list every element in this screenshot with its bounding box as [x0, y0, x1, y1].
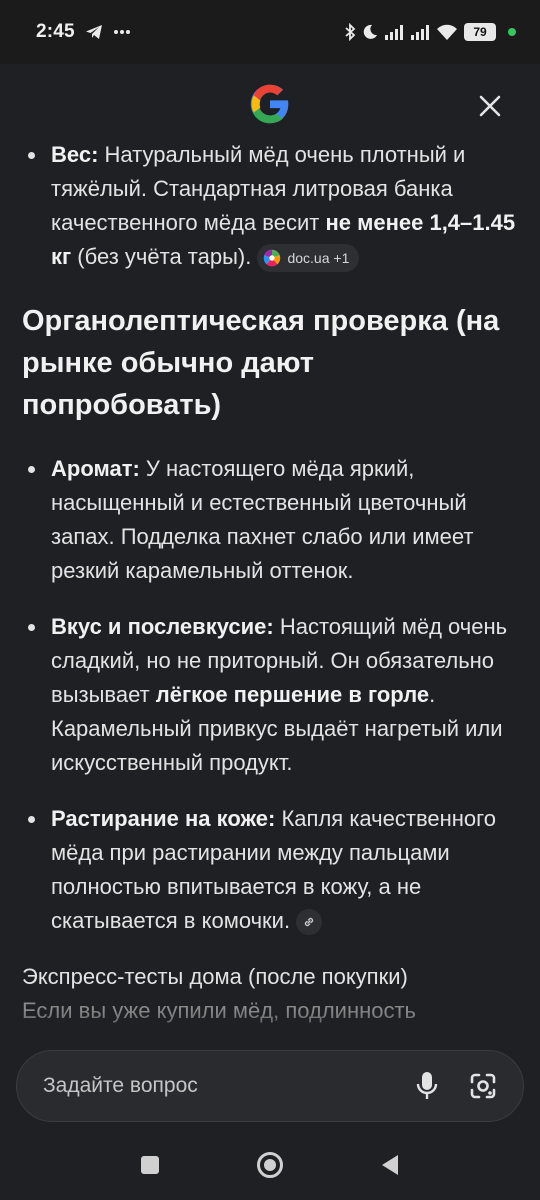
status-bar: 2:45 79 [0, 0, 540, 64]
battery-icon: 79 [464, 23, 496, 41]
back-triangle-icon [382, 1155, 398, 1175]
list-item-weight: Вес: Натуральный мёд очень плотный и тяж… [22, 138, 518, 274]
google-lens-icon [470, 1073, 496, 1099]
ask-input-placeholder[interactable]: Задайте вопрос [43, 1074, 391, 1098]
bullet-text: (без учёта тары). [71, 244, 258, 269]
telegram-icon [85, 24, 103, 40]
section-heading: Органолептическая проверка (на рынке обы… [22, 305, 500, 421]
list-item-aroma: Аромат: У настоящего мёда яркий, насыщен… [22, 452, 518, 588]
bullet-label: Вкус и послевкусие: [51, 614, 274, 639]
header [0, 64, 540, 148]
doc-ua-logo-icon [264, 250, 281, 267]
bullet-bold-text: лёгкое першение в горле [155, 682, 430, 707]
bullet-label: Растирание на коже: [51, 806, 276, 831]
bullet-label: Вес: [51, 142, 99, 167]
bullet-label: Аромат: [51, 456, 140, 481]
google-g-logo [248, 82, 292, 126]
source-link-button[interactable] [296, 909, 323, 936]
ask-input-bar[interactable]: Задайте вопрос [16, 1050, 524, 1122]
system-nav-bar [0, 1130, 540, 1200]
close-button[interactable] [472, 88, 508, 124]
source-chip[interactable]: doc.ua +1 [257, 244, 360, 273]
close-icon [479, 95, 501, 117]
back-button[interactable] [370, 1145, 410, 1185]
home-circle-icon [257, 1152, 283, 1178]
signal-icon [384, 24, 404, 40]
wifi-icon [436, 24, 458, 40]
recents-square-icon [141, 1156, 159, 1174]
do-not-disturb-icon [362, 24, 378, 40]
express-tests-heading: Экспресс-тесты дома (после покупки) [22, 964, 408, 989]
status-time: 2:45 [36, 21, 75, 42]
lens-search-button[interactable] [463, 1066, 503, 1106]
list-item-skin: Растирание на коже: Капля качественного … [22, 802, 518, 938]
home-button[interactable] [250, 1145, 290, 1185]
source-chip-label: doc.ua +1 [287, 250, 350, 267]
list-item-taste: Вкус и послевкусие: Настоящий мёд очень … [22, 610, 518, 780]
recents-button[interactable] [130, 1145, 170, 1185]
voice-input-button[interactable] [407, 1066, 447, 1106]
answer-content: Вес: Натуральный мёд очень плотный и тяж… [0, 138, 540, 1048]
status-left: 2:45 [36, 21, 131, 43]
content-fade [0, 1010, 540, 1050]
more-dots-icon [113, 29, 131, 35]
privacy-indicator-dot [508, 28, 516, 36]
bluetooth-icon [344, 23, 356, 41]
link-icon [304, 917, 314, 927]
status-right: 79 [344, 23, 516, 41]
signal-icon [410, 24, 430, 40]
microphone-icon [416, 1072, 438, 1099]
